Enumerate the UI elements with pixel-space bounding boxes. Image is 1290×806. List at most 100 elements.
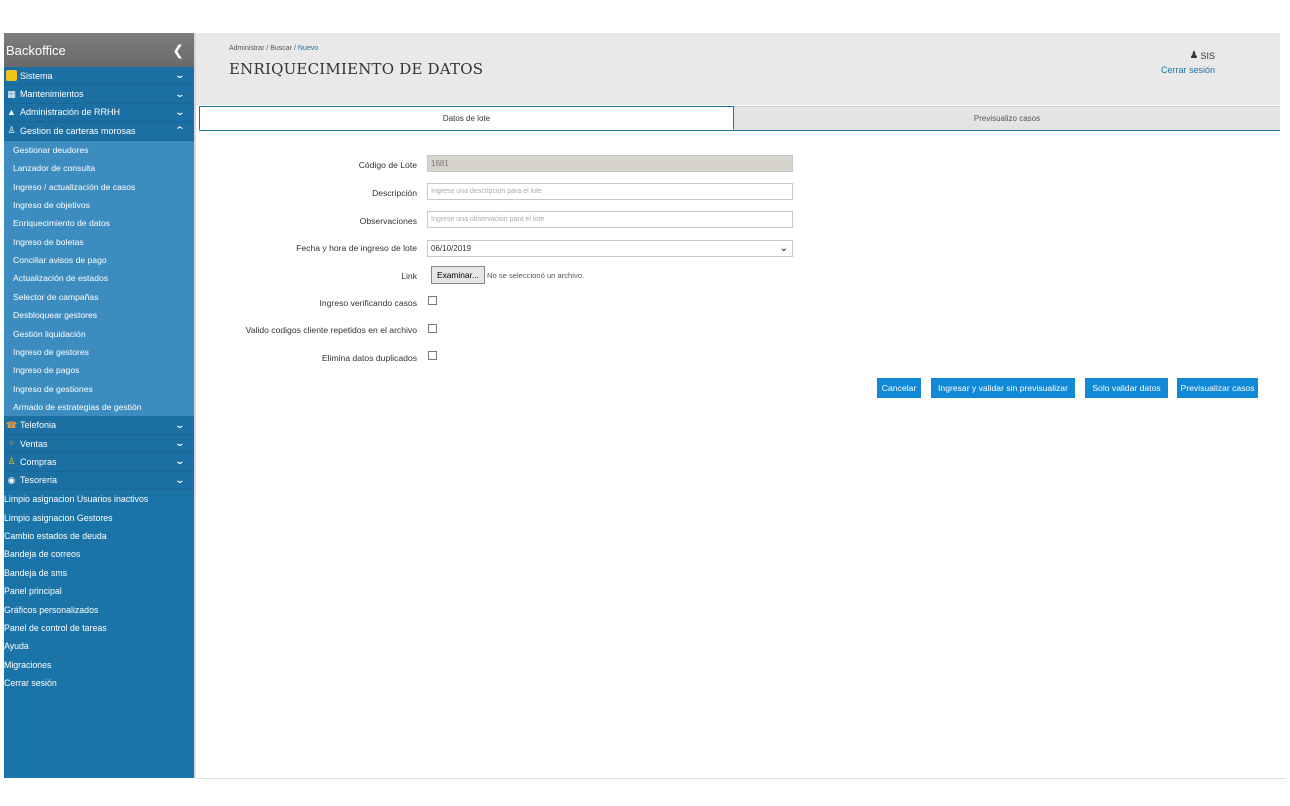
solo-validar-button[interactable]: Solo validar datos [1085,378,1168,398]
chevron-down-icon: ⌄ [779,243,788,254]
sidebar-subitem[interactable]: Desbloquear gestores [4,306,194,325]
fecha-label: Fecha y hora de ingreso de lote [296,243,417,253]
carteras-icon: ♙ [7,125,16,136]
sidebar-item-label: Gestion de carteras morosas [20,125,136,136]
sidebar-item-label: Compras [20,456,57,467]
codigo-field: 1681 [427,155,793,172]
sidebar-item-label: Mantenimientos [20,89,84,100]
sidebar-item-compras[interactable]: ♙ Compras ⌄ [4,453,194,472]
tab-previsualizo-casos[interactable]: Previsualizo casos [734,106,1280,130]
sidebar-link[interactable]: Limpio asignacion Usuarios inactivos [4,490,194,508]
user-info: ♟ SIS [1190,50,1215,61]
codigo-label: Código de Lote [358,160,417,170]
sidebar-link[interactable]: Bandeja de correos [4,545,194,563]
descripcion-field[interactable]: Ingrese una descripcion para el lote [427,183,793,200]
sidebar-item-label: Ventas [20,438,48,449]
logout-link[interactable]: Cerrar sesión [1161,65,1215,75]
sidebar-subitem[interactable]: Ingreso / actualización de casos [4,177,194,196]
sidebar-link[interactable]: Cerrar sesión [4,674,194,692]
chevron-down-icon: ⌄ [174,456,186,467]
sidebar-link[interactable]: Panel principal [4,582,194,600]
sidebar-subitem[interactable]: Lanzador de consulta [4,158,194,178]
sidebar-item-ventas[interactable]: ✧ Ventas ⌄ [4,434,194,454]
mantenimientos-icon: ▦ [7,88,16,99]
link-label: Link [401,271,417,281]
sidebar-subitem[interactable]: Armado de estrategias de gestión [4,398,194,417]
chevron-down-icon: ⌄ [174,438,186,448]
sidebar-link[interactable]: Limpio asignacion Gestores [4,508,194,526]
chevron-left-icon[interactable]: ❮ [172,42,184,59]
sidebar-item-sistema[interactable]: Sistema ⌄ [4,67,194,86]
chevron-down-icon: ⌄ [174,70,186,81]
sidebar-item-mantenimientos[interactable]: ▦ Mantenimientos ⌄ [4,85,194,104]
sidebar-subitem[interactable]: Conciliar avisos de pago [4,250,194,270]
sidebar-subitem[interactable]: Actualización de estados [4,269,194,288]
sidebar-item-label: Administración de RRHH [20,107,121,118]
sidebar-link[interactable]: Cambio estados de deuda [4,527,194,545]
file-status: No se seleccionó un archivo. [487,271,585,280]
sidebar-link[interactable]: Ayuda [4,637,194,655]
sidebar-link[interactable]: Bandeja de sms [4,564,194,582]
sidebar-link[interactable]: Migraciones [4,656,194,674]
sidebar-divider [194,33,196,778]
elimina-duplicados-checkbox[interactable] [428,351,437,360]
sidebar-subitem[interactable]: Ingreso de objetivos [4,195,194,215]
chevron-down-icon: ⌄ [174,474,186,485]
breadcrumb-administrar[interactable]: Administrar [229,45,264,52]
breadcrumb-buscar[interactable]: Buscar [270,45,292,52]
sidebar: Backoffice ❮ Sistema ⌄ ▦ Mantenimientos … [4,33,194,778]
fecha-select[interactable]: 06/10/2019 ⌄ [427,240,793,257]
observaciones-field[interactable]: Ingrese una observacion para el lote [427,211,793,228]
compras-icon: ♙ [7,456,16,467]
validar-codigos-checkbox[interactable] [428,324,437,333]
sidebar-subitem[interactable]: Gestionar deudores [4,140,194,159]
sidebar-subitem[interactable]: Ingreso de pagos [4,361,194,380]
sidebar-title: Backoffice [6,42,66,58]
sidebar-item-tesoreria[interactable]: ◉ Tesoreria ⌄ [4,471,194,490]
chevron-down-icon: ⌄ [174,106,186,117]
ventas-icon: ✧ [7,438,16,448]
cancel-button[interactable]: Cancelar [877,378,921,398]
check3-label: Elimina datos duplicados [321,353,417,363]
tab-datos-de-lote[interactable]: Datos de lote [199,106,734,130]
user-icon: ♟ [1189,50,1199,61]
sidebar-item-label: Tesoreria [20,475,58,486]
chevron-down-icon: ⌄ [174,419,186,430]
sistema-icon [6,70,17,82]
sidebar-item-carteras[interactable]: ♙ Gestion de carteras morosas ⌃ [4,122,194,141]
chevron-up-icon: ⌃ [174,125,186,136]
sidebar-subitem[interactable]: Ingreso de boletas [4,232,194,251]
breadcrumb: Administrar / Buscar / Nuevo [229,45,318,52]
sidebar-subitem[interactable]: Gestión liquidación [4,324,194,343]
tab-bar: Datos de lote Previsualizo casos [199,106,1280,131]
sidebar-subitem[interactable]: Ingreso de gestiones [4,379,194,399]
user-name: SIS [1200,50,1215,61]
ingreso-verificando-checkbox[interactable] [428,296,437,305]
rrhh-icon: ▲ [7,107,16,118]
chevron-down-icon: ⌄ [174,88,186,99]
file-browse-button[interactable]: Examinar... [431,266,485,284]
previsualizar-button[interactable]: Previsualizar casos [1177,378,1258,398]
sidebar-subitem[interactable]: Enriquecimiento de datos [4,214,194,233]
phone-icon: ☎ [5,419,18,430]
observaciones-label: Observaciones [359,216,417,226]
sidebar-item-rrhh[interactable]: ▲ Administración de RRHH ⌄ [4,103,194,123]
sidebar-link[interactable]: Panel de control de tareas [4,619,194,637]
breadcrumb-nuevo[interactable]: Nuevo [298,45,318,52]
sidebar-subitem[interactable]: Selector de campañas [4,287,194,307]
page-header: Administrar / Buscar / Nuevo ENRIQUECIMI… [196,33,1280,105]
check1-label: Ingreso verificando casos [319,298,417,308]
sidebar-item-label: Telefonia [20,420,57,431]
sidebar-item-label: Sistema [20,70,53,81]
sidebar-header: Backoffice ❮ [4,33,194,67]
sidebar-item-telefonia[interactable]: ☎ Telefonia ⌄ [4,416,194,435]
sidebar-link[interactable]: Gráficos personalizados [4,600,194,618]
check2-label: Valido codigos cliente repetidos en el a… [245,325,417,335]
sidebar-subitem[interactable]: Ingreso de gestores [4,342,194,362]
money-bag-icon: ◉ [7,474,16,485]
page-title: ENRIQUECIMIENTO DE DATOS [229,60,484,78]
ingresar-validar-button[interactable]: Ingresar y validar sin previsualizar [931,378,1075,398]
descripcion-label: Descripción [372,188,417,198]
footer-divider [196,778,1286,779]
fecha-value: 06/10/2019 [431,244,472,253]
